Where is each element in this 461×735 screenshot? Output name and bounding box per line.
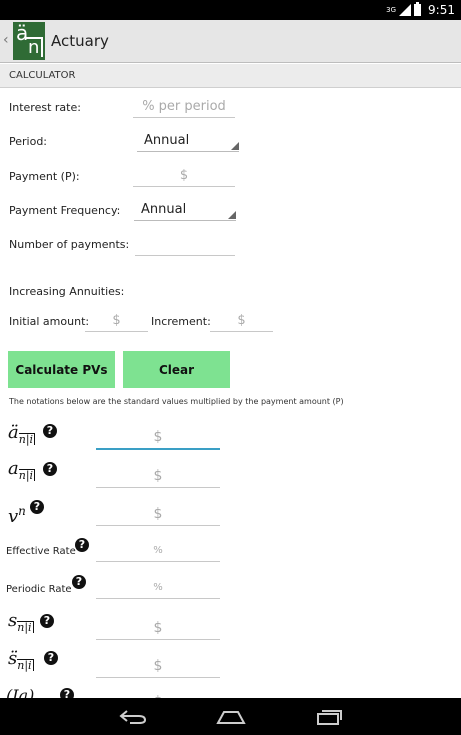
- section-header: CALCULATOR: [0, 64, 461, 88]
- periodic-rate-label: Periodic Rate: [6, 584, 72, 595]
- discount-factor-input[interactable]: [96, 502, 220, 526]
- annuity-due-symbol: än|i: [8, 422, 36, 446]
- calculate-pvs-button[interactable]: Calculate PVs: [8, 351, 115, 388]
- period-label: Period:: [9, 135, 48, 148]
- payment-label: Payment (P):: [9, 170, 80, 183]
- increment-input[interactable]: [210, 310, 273, 332]
- accumulation-immediate-symbol: sn|i: [8, 610, 34, 634]
- help-icon[interactable]: ?: [60, 688, 74, 698]
- payment-frequency-value: Annual: [141, 202, 187, 217]
- status-icons: 3G: [386, 2, 421, 16]
- app-title: Actuary: [51, 32, 109, 50]
- increasing-annuity-symbol: (Ia): [6, 686, 35, 698]
- periodic-rate-input[interactable]: [96, 577, 220, 599]
- help-icon[interactable]: ?: [75, 538, 89, 552]
- back-caret-icon[interactable]: ‹: [3, 32, 9, 48]
- logo-bottom: n: [26, 37, 43, 57]
- accumulation-due-symbol: s̈n|i: [8, 648, 34, 672]
- annuity-due-input[interactable]: [96, 426, 220, 450]
- initial-amount-label: Initial amount:: [9, 315, 90, 328]
- notation-note: The notations below are the standard val…: [9, 397, 344, 406]
- number-of-payments-label: Number of payments:: [9, 238, 130, 251]
- discount-factor-exponent: n: [18, 504, 26, 518]
- discount-factor-letter: v: [8, 506, 19, 527]
- payment-frequency-select[interactable]: Annual: [134, 199, 236, 221]
- accumulation-due-input[interactable]: [96, 654, 220, 678]
- discount-factor-symbol: vn: [8, 504, 26, 527]
- back-icon[interactable]: [118, 709, 148, 725]
- period-value: Annual: [144, 133, 190, 148]
- annuity-due-subscript: n|i: [18, 432, 36, 446]
- dropdown-arrow-icon: [231, 142, 239, 150]
- help-icon[interactable]: ?: [72, 575, 86, 589]
- help-icon[interactable]: ?: [44, 651, 58, 665]
- increment-label: Increment:: [151, 315, 211, 328]
- home-icon[interactable]: [216, 709, 246, 725]
- number-of-payments-input[interactable]: [135, 234, 235, 256]
- help-icon[interactable]: ?: [40, 614, 54, 628]
- signal-icon: [399, 4, 411, 16]
- accumulation-immediate-letter: s: [8, 610, 18, 631]
- help-icon[interactable]: ?: [30, 500, 44, 514]
- recent-apps-icon[interactable]: [315, 709, 343, 725]
- action-bar: ‹ ä n Actuary: [0, 20, 461, 63]
- increasing-annuities-label: Increasing Annuities:: [9, 285, 125, 298]
- period-select[interactable]: Annual: [137, 130, 239, 152]
- interest-rate-input[interactable]: [133, 96, 235, 118]
- network-type: 3G: [386, 6, 396, 14]
- help-icon[interactable]: ?: [43, 424, 57, 438]
- interest-rate-label: Interest rate:: [9, 101, 81, 114]
- effective-rate-label: Effective Rate: [6, 546, 76, 557]
- payment-frequency-label: Payment Frequency:: [9, 204, 121, 217]
- annuity-due-letter: ä: [8, 422, 19, 443]
- annuity-immediate-symbol: an|i: [8, 458, 36, 482]
- clear-button[interactable]: Clear: [123, 351, 230, 388]
- accumulation-immediate-subscript: n|i: [17, 620, 34, 634]
- status-bar: 3G 9:51: [0, 0, 461, 20]
- payment-input[interactable]: [133, 165, 235, 187]
- initial-amount-input[interactable]: [85, 310, 148, 332]
- app-logo[interactable]: ä n: [13, 21, 45, 60]
- status-time: 9:51: [428, 3, 455, 17]
- help-icon[interactable]: ?: [43, 462, 57, 476]
- increasing-annuity-input[interactable]: [96, 690, 220, 698]
- accumulation-immediate-input[interactable]: [96, 616, 220, 640]
- dropdown-arrow-icon: [228, 211, 236, 219]
- annuity-immediate-input[interactable]: [96, 464, 220, 488]
- effective-rate-input[interactable]: [96, 540, 220, 562]
- accumulation-due-letter: s̈: [8, 648, 18, 669]
- navigation-bar: [0, 698, 461, 735]
- annuity-immediate-letter: a: [8, 458, 19, 479]
- accumulation-due-subscript: n|i: [17, 658, 34, 672]
- battery-icon: [414, 2, 421, 16]
- calculator-content[interactable]: CALCULATOR Interest rate: Period: Annual…: [0, 64, 461, 698]
- annuity-immediate-subscript: n|i: [18, 468, 36, 482]
